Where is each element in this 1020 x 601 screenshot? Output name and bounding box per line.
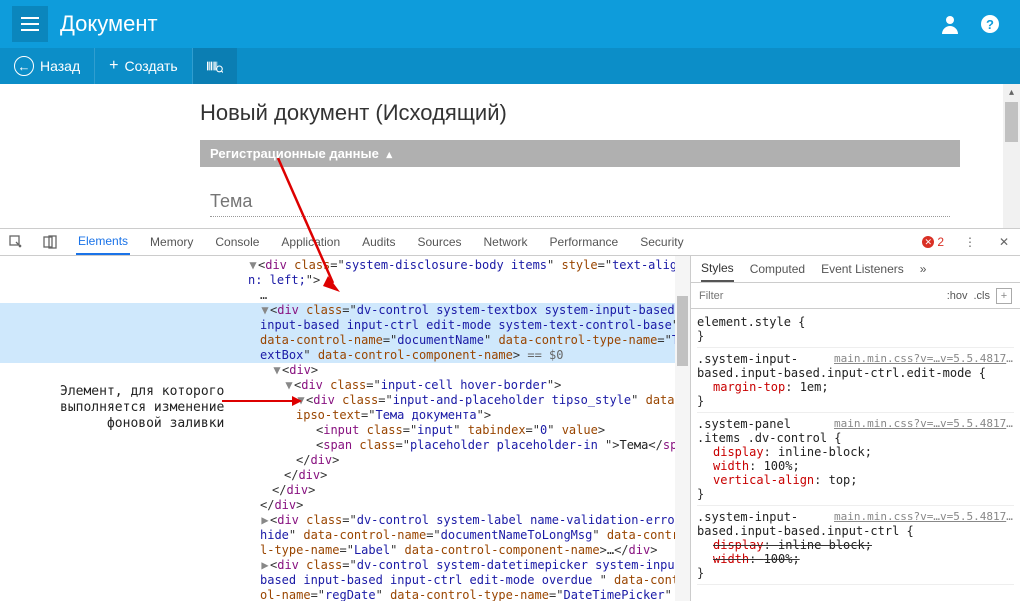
back-button[interactable]: ← Назад (0, 48, 95, 84)
document-title: Новый документ (Исходящий) (200, 100, 1020, 126)
devtools-tab-network[interactable]: Network (482, 230, 530, 254)
css-rule[interactable]: main.min.css?v=…v=5.5.4817.0:1.system-in… (697, 508, 1014, 585)
create-button[interactable]: + Создать (95, 48, 193, 84)
hov-toggle[interactable]: :hov (947, 290, 968, 302)
devtools-tab-audits[interactable]: Audits (360, 230, 397, 254)
inspect-icon[interactable] (8, 234, 24, 250)
annotation-text: Элемент, для которого выполняется измене… (60, 384, 224, 432)
styles-tabs: Styles Computed Event Listeners » (691, 256, 1020, 283)
sub-toolbar: ← Назад + Создать (0, 48, 1020, 84)
devtools-tab-security[interactable]: Security (638, 230, 685, 254)
new-rule-button[interactable]: + (996, 288, 1012, 304)
scrollbar-thumb[interactable] (1005, 102, 1018, 142)
styles-more-icon[interactable]: » (920, 257, 927, 281)
cls-toggle[interactable]: .cls (974, 290, 991, 302)
styles-filter-bar: :hov .cls + (691, 283, 1020, 309)
back-arrow-icon: ← (14, 56, 34, 76)
styles-rules[interactable]: element.style {}main.min.css?v=…v=5.5.48… (691, 309, 1020, 601)
kebab-menu-icon[interactable]: ⋮ (962, 234, 978, 250)
close-devtools-icon[interactable]: ✕ (996, 234, 1012, 250)
styles-filter-input[interactable] (699, 290, 941, 302)
scroll-up-arrow[interactable]: ▴ (1003, 84, 1020, 101)
help-icon[interactable]: ? (980, 14, 1000, 34)
devtools-panel: Elements Memory Console Application Audits So… (0, 228, 1020, 601)
back-label: Назад (40, 58, 80, 74)
css-rule[interactable]: main.min.css?v=…v=5.5.4817.0:1.system-in… (697, 350, 1014, 413)
devtools-tab-memory[interactable]: Memory (148, 230, 195, 254)
create-label: Создать (124, 58, 177, 74)
document-area: Новый документ (Исходящий) Регистрационн… (0, 84, 1020, 228)
theme-input[interactable] (210, 187, 950, 217)
elements-scrollbar[interactable] (675, 256, 690, 601)
hamburger-menu-icon[interactable] (12, 6, 48, 42)
styles-tab-event-listeners[interactable]: Event Listeners (821, 257, 904, 281)
elements-tree[interactable]: ▼<div class="system-disclosure-body item… (0, 256, 690, 601)
styles-tab-styles[interactable]: Styles (701, 256, 734, 282)
styles-panel: Styles Computed Event Listeners » :hov .cls… (690, 256, 1020, 601)
devtools-tab-elements[interactable]: Elements (76, 229, 130, 255)
elements-scrollbar-thumb[interactable] (677, 296, 688, 366)
barcode-icon (207, 57, 223, 75)
devtools-tabs: Elements Memory Console Application Audits So… (0, 229, 1020, 256)
devtools-tab-performance[interactable]: Performance (548, 230, 621, 254)
device-icon[interactable] (42, 234, 58, 250)
devtools-tab-console[interactable]: Console (213, 230, 261, 254)
user-icon[interactable] (940, 14, 960, 34)
page-title: Документ (60, 11, 940, 37)
barcode-button[interactable] (193, 48, 237, 84)
devtools-tab-sources[interactable]: Sources (415, 230, 463, 254)
plus-icon: + (109, 57, 118, 75)
devtools-tab-application[interactable]: Application (279, 230, 342, 254)
panel-body (200, 167, 960, 227)
app-header: Документ ? (0, 0, 1020, 48)
css-rule[interactable]: element.style {} (697, 313, 1014, 348)
error-indicator[interactable]: ✕2 (922, 235, 944, 249)
collapse-icon: ▴ (386, 149, 392, 161)
styles-tab-computed[interactable]: Computed (750, 257, 805, 281)
error-circle-icon: ✕ (922, 236, 934, 248)
panel-header[interactable]: Регистрационные данные ▴ (200, 140, 960, 167)
css-rule[interactable]: main.min.css?v=…v=5.5.4817.0:1.system-pa… (697, 415, 1014, 506)
svg-text:?: ? (986, 17, 994, 32)
